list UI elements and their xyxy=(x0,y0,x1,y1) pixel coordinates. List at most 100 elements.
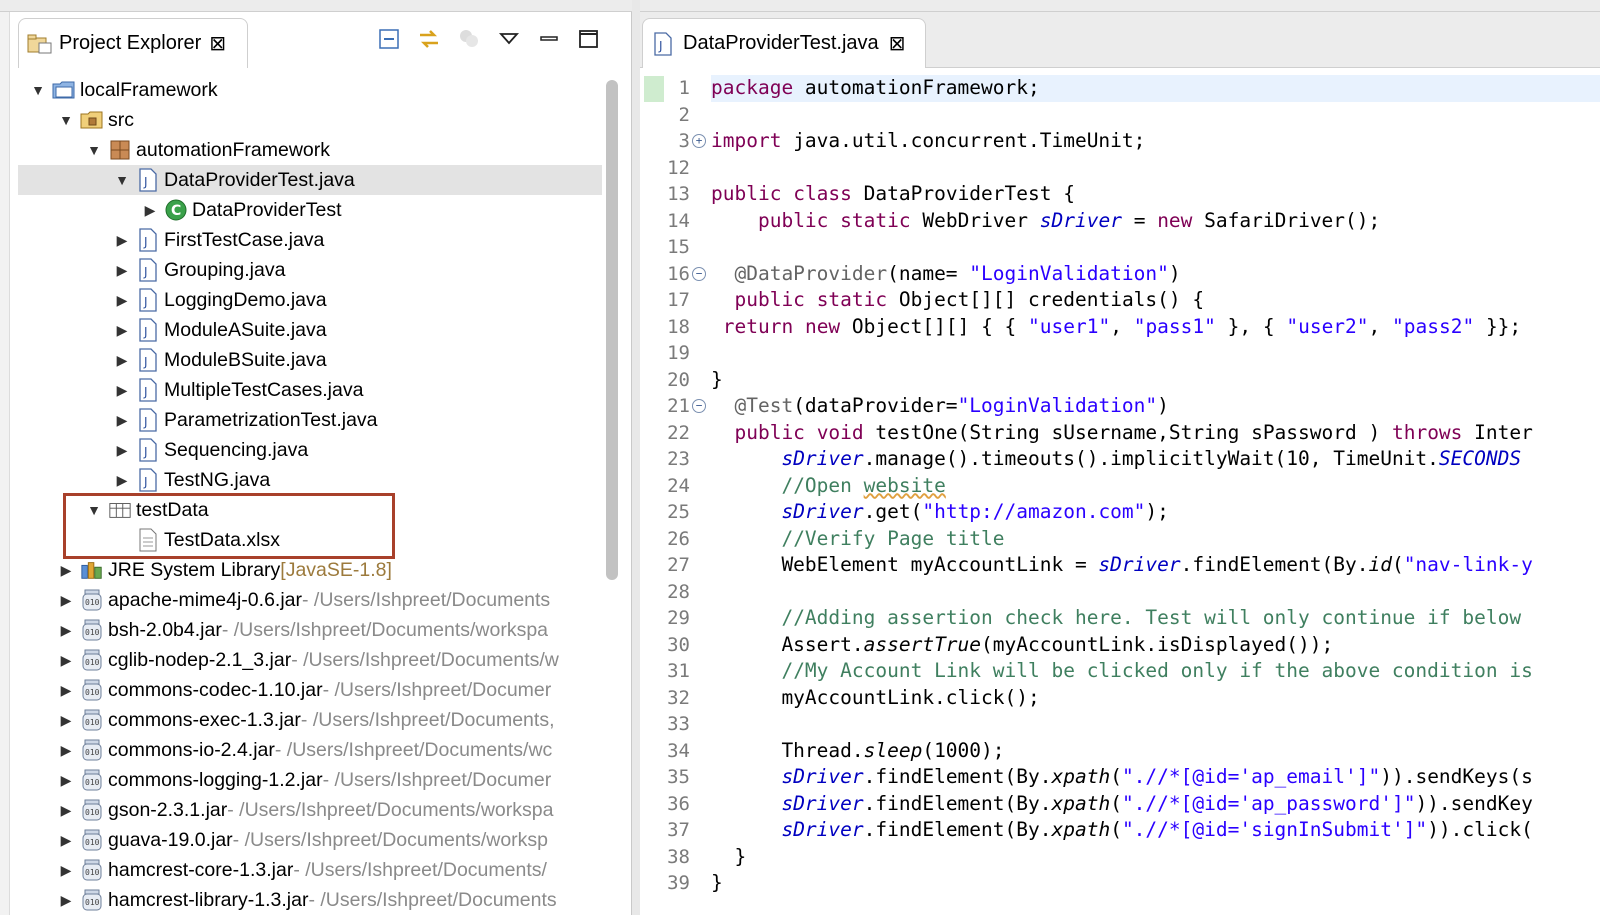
code-line[interactable]: //Verify Page title xyxy=(711,526,1600,553)
chevron-right-icon[interactable]: ▶ xyxy=(58,712,74,728)
code-line[interactable] xyxy=(711,234,1600,261)
code-line[interactable]: @Test(dataProvider="LoginValidation") xyxy=(711,393,1600,420)
chevron-down-icon[interactable]: ▼ xyxy=(30,82,46,98)
collapse-fold-icon[interactable]: − xyxy=(692,399,706,413)
tree-item[interactable]: ▼ automationFramework xyxy=(18,135,602,165)
code-line[interactable] xyxy=(711,102,1600,129)
chevron-right-icon[interactable]: ▶ xyxy=(58,892,74,908)
chevron-right-icon[interactable]: ▶ xyxy=(114,262,130,278)
tree-item[interactable]: ▶ 010 guava-19.0.jar - /Users/Ishpreet/Doc… xyxy=(18,825,602,855)
code-line[interactable]: package automationFramework; xyxy=(711,75,1600,102)
tree-item[interactable]: ▶ J ParametrizationTest.java xyxy=(18,405,602,435)
editor-tab-dataprovidertest[interactable]: J DataProviderTest.java ⊠ xyxy=(642,18,926,68)
chevron-right-icon[interactable]: ▶ xyxy=(114,472,130,488)
code-line[interactable]: sDriver.findElement(By.xpath(".//*[@id='… xyxy=(711,764,1600,791)
chevron-right-icon[interactable]: ▶ xyxy=(58,862,74,878)
code-line[interactable]: } xyxy=(711,367,1600,394)
tree-item[interactable]: ▶ J LoggingDemo.java xyxy=(18,285,602,315)
close-icon[interactable]: ⊠ xyxy=(889,31,906,56)
line-number: 21 xyxy=(667,395,690,417)
filters-icon[interactable] xyxy=(456,26,482,52)
project-explorer-tab[interactable]: Project Explorer ⊠ xyxy=(18,18,248,68)
tree-item[interactable]: ▶ 010 commons-exec-1.3.jar - /Users/Ishpre… xyxy=(18,705,602,735)
code-line[interactable]: //Adding assertion check here. Test will… xyxy=(711,605,1600,632)
tree-item[interactable]: ▶ 010 hamcrest-library-1.3.jar - /Users/Is… xyxy=(18,885,602,915)
code-line[interactable]: sDriver.findElement(By.xpath(".//*[@id='… xyxy=(711,791,1600,818)
tree-item[interactable]: ▶ JRE System Library [JavaSE-1.8] xyxy=(18,555,602,585)
link-with-editor-icon[interactable] xyxy=(416,26,442,52)
chevron-right-icon[interactable]: ▶ xyxy=(58,562,74,578)
chevron-right-icon[interactable]: ▶ xyxy=(114,292,130,308)
tree-item[interactable]: ▶ 010 hamcrest-core-1.3.jar - /Users/Ishpr… xyxy=(18,855,602,885)
code-line[interactable]: } xyxy=(711,844,1600,871)
chevron-down-icon[interactable]: ▼ xyxy=(58,112,74,128)
chevron-right-icon[interactable]: ▶ xyxy=(114,382,130,398)
tree-item[interactable]: ▶ J Sequencing.java xyxy=(18,435,602,465)
chevron-down-icon[interactable]: ▼ xyxy=(114,172,130,188)
code-line[interactable]: sDriver.manage().timeouts().implicitlyWa… xyxy=(711,446,1600,473)
code-line[interactable]: sDriver.findElement(By.xpath(".//*[@id='… xyxy=(711,817,1600,844)
code-line[interactable]: Thread.sleep(1000); xyxy=(711,738,1600,765)
tree-item[interactable]: ▼ J DataProviderTest.java xyxy=(18,165,602,195)
chevron-right-icon[interactable]: ▶ xyxy=(114,232,130,248)
tree-item[interactable]: ▶ 010 commons-codec-1.10.jar - /Users/Ishp… xyxy=(18,675,602,705)
code-line[interactable]: return new Object[][] { { "user1", "pass… xyxy=(711,314,1600,341)
tree-item[interactable]: ▶ J ModuleBSuite.java xyxy=(18,345,602,375)
code-line[interactable]: public static WebDriver sDriver = new Sa… xyxy=(711,208,1600,235)
chevron-right-icon[interactable]: ▶ xyxy=(58,652,74,668)
chevron-right-icon[interactable]: ▶ xyxy=(58,592,74,608)
chevron-right-icon[interactable]: ▶ xyxy=(114,412,130,428)
chevron-down-icon[interactable]: ▼ xyxy=(86,142,102,158)
chevron-right-icon[interactable]: ▶ xyxy=(114,352,130,368)
tree-item[interactable]: ▶ 010 cglib-nodep-2.1_3.jar - /Users/Ishpr… xyxy=(18,645,602,675)
svg-text:J: J xyxy=(143,265,148,279)
code-line[interactable]: myAccountLink.click(); xyxy=(711,685,1600,712)
tree-item[interactable]: ▶ J FirstTestCase.java xyxy=(18,225,602,255)
code-line[interactable]: } xyxy=(711,870,1600,897)
maximize-icon[interactable] xyxy=(576,26,602,52)
tree-item[interactable]: ▶ 010 commons-logging-1.2.jar - /Users/Ish… xyxy=(18,765,602,795)
minimize-icon[interactable] xyxy=(536,26,562,52)
explorer-scrollbar[interactable] xyxy=(606,80,618,580)
code-line[interactable]: //Open website xyxy=(711,473,1600,500)
chevron-right-icon[interactable]: ▶ xyxy=(142,202,158,218)
tree-item[interactable]: ▶ J MultipleTestCases.java xyxy=(18,375,602,405)
tree-item[interactable]: ▶ C DataProviderTest xyxy=(18,195,602,225)
tree-item[interactable]: ▶ J Grouping.java xyxy=(18,255,602,285)
chevron-right-icon[interactable]: ▶ xyxy=(114,442,130,458)
tree-item[interactable]: ▶ 010 gson-2.3.1.jar - /Users/Ishpreet/Doc… xyxy=(18,795,602,825)
chevron-right-icon[interactable]: ▶ xyxy=(58,832,74,848)
code-line[interactable]: public static Object[][] credentials() { xyxy=(711,287,1600,314)
code-line[interactable]: Assert.assertTrue(myAccountLink.isDispla… xyxy=(711,632,1600,659)
chevron-right-icon[interactable]: ▶ xyxy=(58,682,74,698)
tree-item[interactable]: ▶ 010 apache-mime4j-0.6.jar - /Users/Ishpr… xyxy=(18,585,602,615)
close-icon[interactable]: ⊠ xyxy=(209,31,226,56)
view-menu-icon[interactable] xyxy=(496,26,522,52)
code-line[interactable] xyxy=(711,711,1600,738)
code-line[interactable]: sDriver.get("http://amazon.com"); xyxy=(711,499,1600,526)
code-line[interactable]: import java.util.concurrent.TimeUnit; xyxy=(711,128,1600,155)
tree-item[interactable]: ▼ localFramework xyxy=(18,75,602,105)
code-line[interactable]: public class DataProviderTest { xyxy=(711,181,1600,208)
collapse-all-icon[interactable] xyxy=(376,26,402,52)
tree-item[interactable]: ▶ J TestNG.java xyxy=(18,465,602,495)
chevron-right-icon[interactable]: ▶ xyxy=(58,802,74,818)
expand-fold-icon[interactable]: + xyxy=(692,134,706,148)
chevron-right-icon[interactable]: ▶ xyxy=(58,742,74,758)
chevron-right-icon[interactable]: ▶ xyxy=(58,622,74,638)
code-line[interactable]: WebElement myAccountLink = sDriver.findE… xyxy=(711,552,1600,579)
tree-item[interactable]: ▼ src xyxy=(18,105,602,135)
collapse-fold-icon[interactable]: − xyxy=(692,266,706,281)
line-number: 37 xyxy=(667,819,690,841)
code-line[interactable] xyxy=(711,579,1600,606)
tree-item[interactable]: ▶ J ModuleASuite.java xyxy=(18,315,602,345)
code-line[interactable]: //My Account Link will be clicked only i… xyxy=(711,658,1600,685)
tree-item[interactable]: ▶ 010 commons-io-2.4.jar - /Users/Ishpreet… xyxy=(18,735,602,765)
code-line[interactable]: public void testOne(String sUsername,Str… xyxy=(711,420,1600,447)
code-line[interactable]: @DataProvider(name= "LoginValidation") xyxy=(711,261,1600,288)
tree-item[interactable]: ▶ 010 bsh-2.0b4.jar - /Users/Ishpreet/Docu… xyxy=(18,615,602,645)
code-line[interactable] xyxy=(711,340,1600,367)
chevron-right-icon[interactable]: ▶ xyxy=(114,322,130,338)
code-line[interactable] xyxy=(711,155,1600,182)
chevron-right-icon[interactable]: ▶ xyxy=(58,772,74,788)
